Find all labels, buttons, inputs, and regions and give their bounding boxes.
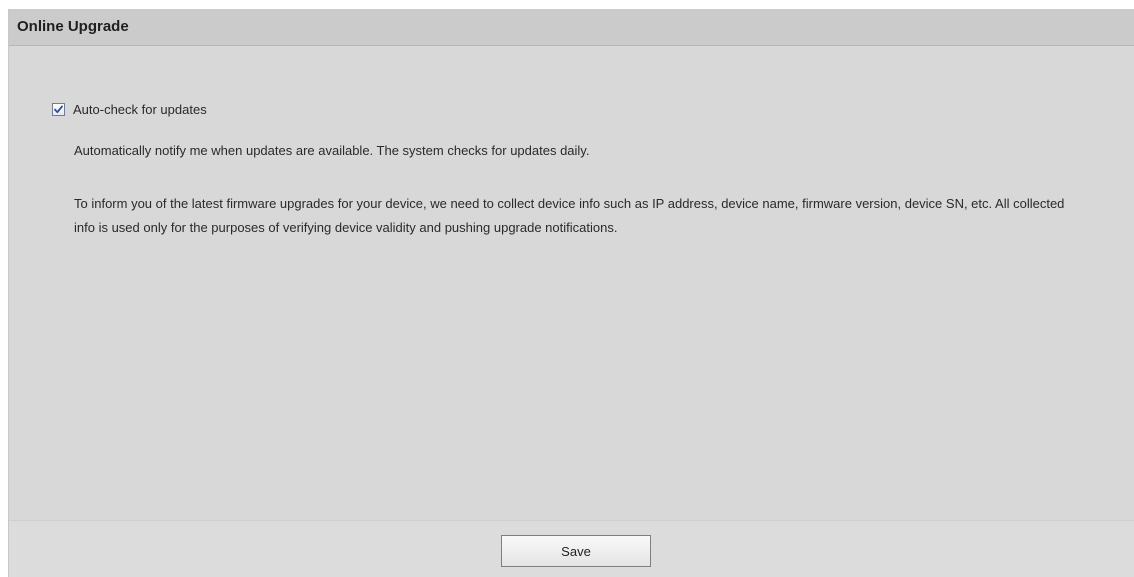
- save-button[interactable]: Save: [501, 535, 651, 567]
- auto-check-description: Automatically notify me when updates are…: [74, 143, 590, 158]
- online-upgrade-panel: Online Upgrade Auto-check for updates Au…: [8, 9, 1134, 577]
- auto-check-label[interactable]: Auto-check for updates: [73, 102, 207, 117]
- privacy-notice: To inform you of the latest firmware upg…: [74, 196, 1065, 235]
- page-title: Online Upgrade: [17, 18, 129, 35]
- auto-check-checkbox[interactable]: [52, 103, 65, 116]
- checkmark-icon: [54, 105, 63, 114]
- action-footer: Save: [9, 520, 1134, 577]
- panel-header: Online Upgrade: [9, 9, 1134, 46]
- auto-check-option[interactable]: Auto-check for updates: [52, 102, 207, 117]
